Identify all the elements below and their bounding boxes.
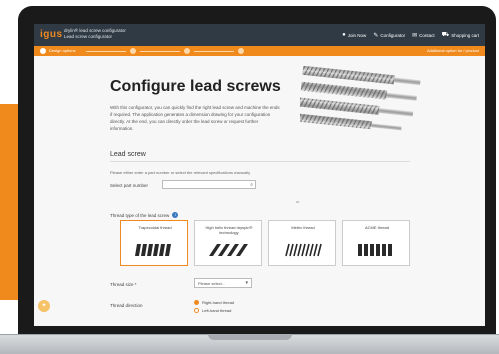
radio-right-hand-label: Right-hand thread bbox=[202, 300, 235, 305]
acme-thread-icon bbox=[358, 244, 392, 256]
section-divider bbox=[110, 161, 410, 162]
section-title-lead-screw: Lead screw bbox=[110, 151, 146, 158]
step-connector bbox=[140, 51, 180, 52]
thread-card-title: Metric thread bbox=[291, 225, 315, 230]
intro-text: With this configurator, you can quickly … bbox=[110, 105, 280, 131]
app-title: drylin® lead screw configurator Lead scr… bbox=[64, 28, 126, 40]
mail-icon: ✉ bbox=[412, 32, 418, 39]
laptop-screen: igus drylin® lead screw configurator Lea… bbox=[34, 24, 485, 326]
step-4-dot[interactable] bbox=[238, 48, 244, 54]
cart-icon: ⛟ bbox=[441, 32, 450, 38]
thread-card-metric[interactable]: Metric thread bbox=[268, 220, 336, 266]
nav-join[interactable]: ● Join Now bbox=[342, 31, 366, 39]
lead-screws-image bbox=[300, 66, 421, 131]
thread-size-label: Thread size * bbox=[110, 282, 137, 287]
thread-card-title: ACME thread bbox=[364, 225, 389, 230]
chevron-down-icon: ▾ bbox=[245, 280, 248, 286]
search-icon[interactable]: ⌕ bbox=[250, 182, 253, 188]
step-connector bbox=[194, 51, 234, 52]
nav-contact[interactable]: ✉ Contact bbox=[412, 31, 435, 39]
thread-size-select[interactable]: Please select... ▾ bbox=[194, 278, 252, 288]
thread-type-label: Thread type of the lead screw i bbox=[110, 212, 179, 218]
user-icon: ● bbox=[342, 32, 346, 38]
step-1-dot[interactable] bbox=[40, 48, 46, 54]
step-2-dot[interactable] bbox=[130, 48, 136, 54]
brand-logo[interactable]: igus bbox=[40, 29, 63, 40]
top-bar: igus drylin® lead screw configurator Lea… bbox=[34, 24, 485, 46]
scene: igus drylin® lead screw configurator Lea… bbox=[0, 0, 499, 354]
chat-icon[interactable]: ✦ bbox=[38, 300, 50, 312]
top-nav: ● Join Now ✎ Configurator ✉ Contact ⛟ Shoppi… bbox=[342, 31, 479, 39]
radio-dot[interactable] bbox=[194, 308, 199, 313]
thread-card-acme[interactable]: ACME thread bbox=[342, 220, 410, 266]
app-title-sub: Lead screw configurator bbox=[64, 34, 113, 39]
wrench-icon: ✎ bbox=[373, 32, 379, 39]
trapezoidal-thread-icon bbox=[135, 244, 171, 256]
thread-direction-label: Thread direction bbox=[110, 303, 143, 308]
part-number-input[interactable]: ⌕ bbox=[162, 180, 256, 189]
radio-left-hand-label: Left-hand thread bbox=[202, 308, 232, 313]
step-1-label[interactable]: Design options bbox=[49, 48, 75, 53]
step-progress-bar: Design options Additional option for / p… bbox=[34, 46, 485, 56]
part-number-label: Select part number bbox=[110, 183, 149, 188]
thread-card-high-helix[interactable]: High helix thread dryspin® technology bbox=[194, 220, 262, 266]
nav-configurator[interactable]: ✎ Configurator bbox=[373, 31, 405, 39]
high-helix-thread-icon bbox=[209, 244, 248, 256]
step-connector bbox=[86, 51, 126, 52]
thread-card-title: High helix thread dryspin® technology bbox=[205, 225, 253, 235]
page-title: Configure lead screws bbox=[110, 78, 281, 95]
info-icon[interactable]: i bbox=[172, 212, 179, 218]
metric-thread-icon bbox=[285, 243, 322, 257]
radio-dot-checked[interactable] bbox=[194, 300, 199, 305]
laptop-base-notch bbox=[208, 334, 292, 340]
radio-right-hand[interactable]: Right-hand thread bbox=[194, 300, 234, 305]
hint-text: Please either enter a part number or sel… bbox=[110, 170, 251, 175]
nav-configurator-label: Configurator bbox=[380, 32, 406, 38]
step-right-label[interactable]: Additional option for / product bbox=[427, 48, 479, 53]
thread-size-value: Please select... bbox=[198, 281, 226, 286]
thread-card-trapezoidal[interactable]: Trapezoidal thread bbox=[120, 220, 188, 266]
nav-contact-label: Contact bbox=[419, 32, 435, 38]
step-3-dot[interactable] bbox=[184, 48, 190, 54]
nav-cart[interactable]: ⛟ Shopping cart bbox=[442, 31, 479, 39]
nav-cart-label: Shopping cart bbox=[451, 32, 479, 38]
radio-left-hand[interactable]: Left-hand thread bbox=[194, 308, 231, 313]
thread-type-label-text: Thread type of the lead screw bbox=[110, 212, 170, 218]
or-separator: or bbox=[296, 199, 300, 204]
nav-join-label: Join Now bbox=[347, 32, 367, 38]
thread-card-title: Trapezoidal thread bbox=[138, 225, 172, 230]
